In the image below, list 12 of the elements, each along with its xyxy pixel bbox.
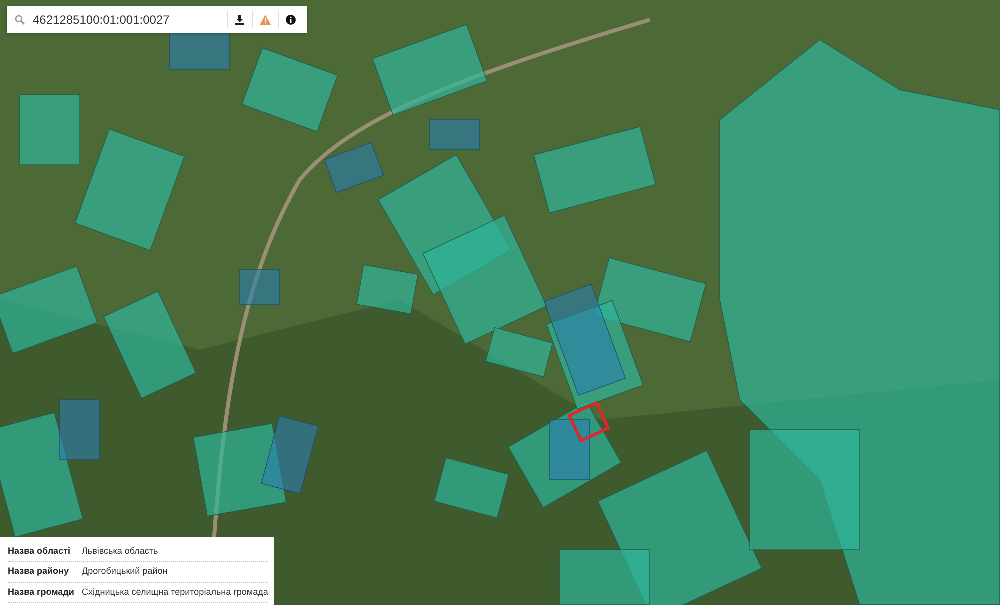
info-icon [286, 14, 296, 24]
search-field[interactable]: 4621285100:01:001:0027 [7, 6, 227, 33]
search-icon [15, 14, 25, 24]
warning-icon [260, 14, 271, 24]
field-value: Львівська область [82, 544, 158, 558]
field-value: Східницька селищна територіальна громада [82, 586, 268, 599]
field-label: Назва району [8, 565, 70, 578]
selected-parcel-outline [568, 400, 610, 444]
field-label: Назва громади [8, 586, 74, 599]
download-icon [235, 14, 245, 24]
field-value: Дрогобицький район [82, 565, 168, 578]
field-label: Назва області [8, 544, 72, 558]
